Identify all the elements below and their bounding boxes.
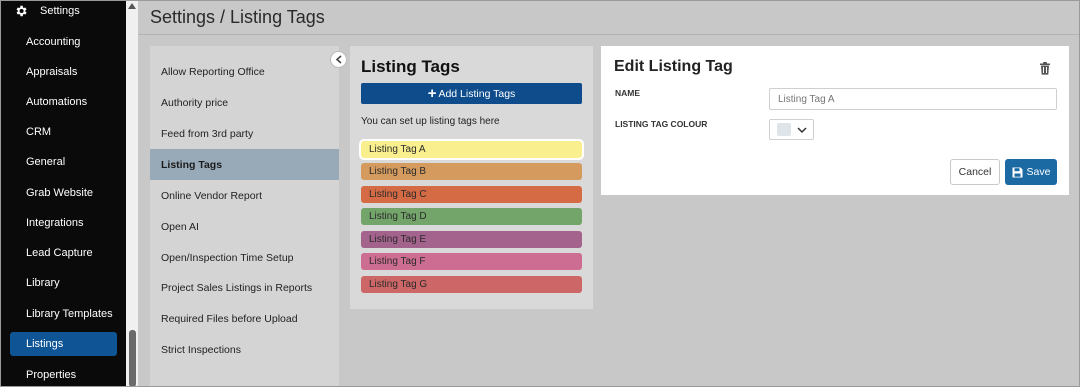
scrollbar-thumb[interactable] bbox=[129, 330, 136, 387]
listing-tag-label: Listing Tag G bbox=[369, 279, 428, 290]
settings-item-feed-from-3rd-party[interactable]: Feed from 3rd party bbox=[150, 118, 339, 149]
settings-header-label: Settings bbox=[40, 5, 80, 17]
nav-item-label: Library bbox=[26, 277, 60, 289]
nav-item-label: Automations bbox=[26, 96, 88, 108]
listing-tag-item[interactable]: Listing Tag B bbox=[361, 163, 582, 180]
trash-icon[interactable] bbox=[1039, 62, 1051, 75]
chevron-left-icon bbox=[335, 55, 342, 64]
tag-name-input[interactable] bbox=[769, 88, 1057, 110]
nav-item-general[interactable]: General bbox=[10, 150, 117, 174]
listing-tag-item[interactable]: Listing Tag F bbox=[361, 253, 582, 270]
settings-item-label: Open AI bbox=[161, 220, 199, 233]
listing-tags-help-text: You can set up listing tags here bbox=[361, 116, 500, 127]
chevron-down-icon bbox=[797, 126, 807, 133]
settings-item-label: Strict Inspections bbox=[161, 343, 241, 356]
settings-item-label: Project Sales Listings in Reports bbox=[161, 281, 313, 294]
nav-item-crm[interactable]: CRM bbox=[10, 120, 117, 144]
collapse-panel-button[interactable] bbox=[330, 51, 347, 68]
settings-item-label: Required Files before Upload bbox=[161, 312, 298, 325]
nav-item-label: Lead Capture bbox=[26, 247, 93, 259]
listing-tag-label: Listing Tag C bbox=[369, 189, 427, 200]
nav-item-appraisals[interactable]: Appraisals bbox=[10, 60, 117, 84]
settings-item-label: Open/Inspection Time Setup bbox=[161, 251, 294, 264]
settings-item-label: Online Vendor Report bbox=[161, 189, 262, 202]
cancel-button[interactable]: Cancel bbox=[950, 159, 1000, 185]
settings-item-label: Allow Reporting Office bbox=[161, 65, 265, 78]
nav-item-label: General bbox=[26, 156, 66, 168]
listing-tag-item[interactable]: Listing Tag D bbox=[361, 208, 582, 225]
cancel-label: Cancel bbox=[958, 166, 992, 178]
listing-tag-label: Listing Tag F bbox=[369, 256, 426, 267]
title-divider bbox=[138, 34, 1080, 35]
nav-item-properties[interactable]: Properties bbox=[10, 363, 117, 387]
settings-item-label: Feed from 3rd party bbox=[161, 127, 254, 140]
nav-item-library-templates[interactable]: Library Templates bbox=[10, 302, 117, 326]
settings-item-label: Authority price bbox=[161, 96, 229, 109]
settings-item-authority-price[interactable]: Authority price bbox=[150, 87, 339, 118]
nav-item-label: Grab Website bbox=[26, 187, 94, 199]
settings-header[interactable]: Settings bbox=[0, 0, 126, 22]
nav-item-accounting[interactable]: Accounting bbox=[10, 30, 117, 54]
settings-item-allow-reporting-office[interactable]: Allow Reporting Office bbox=[150, 56, 339, 87]
nav-item-integrations[interactable]: Integrations bbox=[10, 211, 117, 235]
listing-tags-title: Listing Tags bbox=[361, 57, 460, 76]
nav-item-label: Properties bbox=[26, 369, 77, 381]
listing-tag-item[interactable]: Listing Tag E bbox=[361, 231, 582, 248]
add-listing-tags-label: Add Listing Tags bbox=[438, 87, 516, 100]
listing-tag-label: Listing Tag E bbox=[369, 234, 427, 245]
nav-item-label: Listings bbox=[26, 338, 64, 350]
nav-item-library[interactable]: Library bbox=[10, 271, 117, 295]
add-listing-tags-button[interactable]: + Add Listing Tags bbox=[361, 83, 582, 104]
listing-tag-item[interactable]: Listing Tag A bbox=[359, 139, 584, 160]
nav-item-automations[interactable]: Automations bbox=[10, 90, 117, 114]
listing-tag-label: Listing Tag D bbox=[369, 211, 427, 222]
sidebar-scrollbar[interactable] bbox=[126, 0, 138, 387]
settings-item-label: Listing Tags bbox=[161, 158, 223, 171]
floppy-disk-icon bbox=[1012, 167, 1023, 177]
colour-swatch bbox=[777, 123, 791, 136]
scroll-up-arrow-icon[interactable] bbox=[128, 3, 136, 9]
colour-field-label: LISTING TAG COLOUR bbox=[615, 119, 708, 129]
settings-item-listing-tags[interactable]: Listing Tags bbox=[150, 149, 339, 180]
name-field-label: NAME bbox=[615, 88, 641, 98]
settings-item-project-sales-listings[interactable]: Project Sales Listings in Reports bbox=[150, 272, 339, 303]
nav-item-label: CRM bbox=[26, 126, 52, 138]
listing-tag-item[interactable]: Listing Tag G bbox=[361, 276, 582, 293]
settings-item-open-ai[interactable]: Open AI bbox=[150, 211, 339, 242]
settings-item-required-files[interactable]: Required Files before Upload bbox=[150, 303, 339, 334]
nav-item-label: Appraisals bbox=[26, 66, 78, 78]
listing-tag-label: Listing Tag B bbox=[369, 166, 427, 177]
nav-item-label: Accounting bbox=[26, 36, 81, 48]
edit-listing-tag-title: Edit Listing Tag bbox=[614, 58, 733, 75]
main-sidebar: Settings Accounting Appraisals Automatio… bbox=[0, 0, 126, 387]
listing-tag-label: Listing Tag A bbox=[369, 144, 426, 155]
save-button[interactable]: Save bbox=[1005, 159, 1057, 185]
settings-item-online-vendor-report[interactable]: Online Vendor Report bbox=[150, 180, 339, 211]
nav-item-lead-capture[interactable]: Lead Capture bbox=[10, 241, 117, 265]
save-label: Save bbox=[1026, 166, 1051, 178]
nav-item-label: Library Templates bbox=[26, 308, 113, 320]
gear-icon bbox=[16, 5, 27, 17]
page-title: Settings / Listing Tags bbox=[150, 7, 325, 27]
tag-colour-picker[interactable] bbox=[769, 119, 814, 140]
settings-item-strict-inspections[interactable]: Strict Inspections bbox=[150, 334, 339, 365]
nav-item-grab-website[interactable]: Grab Website bbox=[10, 181, 117, 205]
nav-item-label: Integrations bbox=[26, 217, 84, 229]
settings-item-open-inspection-time-setup[interactable]: Open/Inspection Time Setup bbox=[150, 242, 339, 273]
listing-tag-item[interactable]: Listing Tag C bbox=[361, 186, 582, 203]
nav-item-listings[interactable]: Listings bbox=[10, 332, 117, 356]
plus-icon: + bbox=[427, 85, 437, 102]
